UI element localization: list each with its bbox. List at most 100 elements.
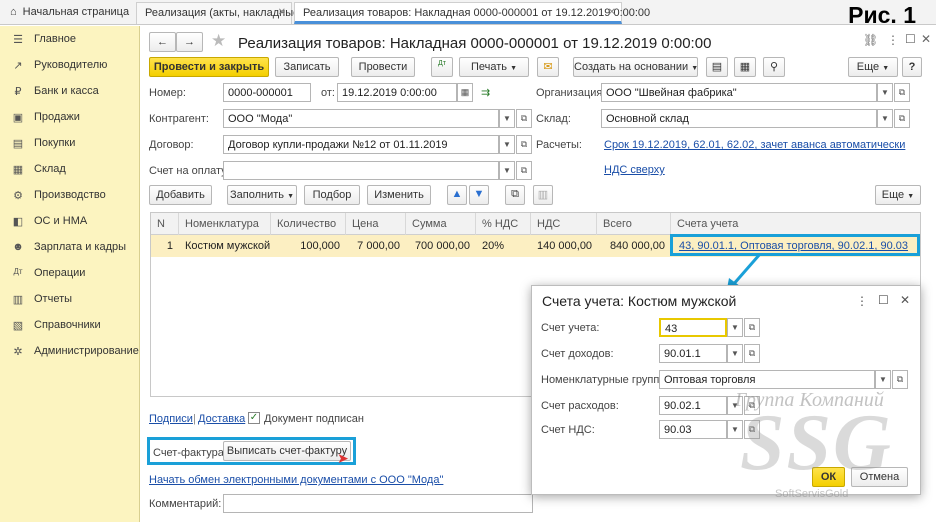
copy-icon[interactable]: ⧉ — [505, 185, 525, 205]
cursor-icon: ➤ — [337, 450, 349, 466]
close-icon[interactable]: ✕ — [921, 32, 931, 46]
sidebar-item-assets[interactable]: ◧ ОС и НМА — [0, 210, 140, 232]
table-more-button[interactable]: Еще ▼ — [875, 185, 921, 205]
settlements-link[interactable]: Срок 19.12.2019, 62.01, 62.02, зачет ава… — [604, 139, 905, 151]
structure-icon[interactable]: ▦ — [734, 57, 756, 77]
tab-sales-document[interactable]: Реализация товаров: Накладная 0000-00000… — [294, 2, 650, 24]
tab-sales-list[interactable]: Реализация (акты, накладные) ✕ — [136, 2, 303, 24]
vat-link[interactable]: НДС сверху — [604, 164, 665, 176]
email-icon[interactable]: ✉ — [537, 57, 559, 77]
maximize-icon[interactable]: ☐ — [905, 32, 916, 46]
groups-field[interactable]: Оптовая торговля — [659, 370, 875, 389]
open-icon[interactable]: ⧉ — [516, 161, 532, 180]
chevron-down-icon[interactable]: ▼ — [499, 135, 515, 154]
tab-home[interactable]: ⌂ Начальная страница — [0, 2, 134, 24]
column-header[interactable]: Счета учета — [671, 213, 920, 235]
column-header[interactable]: N — [151, 213, 179, 235]
column-header[interactable]: Количество — [271, 213, 346, 235]
print-button[interactable]: Печать ▼ — [459, 57, 529, 77]
sidebar-item-main[interactable]: ☰ Главное — [0, 28, 140, 50]
organization-field[interactable]: ООО "Швейная фабрика" — [601, 83, 877, 102]
chevron-down-icon[interactable]: ▼ — [877, 83, 893, 102]
chart-icon: ↗ — [13, 60, 23, 72]
more-vertical-icon[interactable]: ⋮ — [856, 294, 868, 308]
sidebar-item-production[interactable]: ⚙ Производство — [0, 184, 140, 206]
open-icon[interactable]: ⧉ — [894, 109, 910, 128]
open-icon[interactable]: ⧉ — [744, 344, 760, 363]
menu-icon: ☰ — [13, 34, 23, 46]
column-header[interactable]: Цена — [346, 213, 406, 235]
back-button[interactable]: ← — [149, 32, 176, 52]
move-up-icon[interactable]: ▲ — [447, 185, 467, 205]
contractor-field[interactable]: ООО "Мода" — [223, 109, 499, 128]
change-button[interactable]: Изменить — [367, 185, 431, 205]
delete-icon[interactable]: ▥ — [533, 185, 553, 205]
column-header[interactable]: Номенклатура — [179, 213, 271, 235]
create-based-on-button[interactable]: Создать на основании ▼ — [573, 57, 698, 77]
column-header[interactable]: % НДС — [476, 213, 531, 235]
maximize-icon[interactable]: ☐ — [878, 293, 889, 307]
accounting-entries-icon[interactable]: Дт — [431, 57, 453, 77]
assets-icon: ◧ — [12, 216, 24, 228]
sidebar-item-reports[interactable]: ▥ Отчеты — [0, 288, 140, 310]
sidebar-item-bank[interactable]: ₽ Банк и касса — [0, 80, 140, 102]
add-button[interactable]: Добавить — [149, 185, 212, 205]
open-icon[interactable]: ⧉ — [894, 83, 910, 102]
sidebar-item-manager[interactable]: ↗ Руководителю — [0, 54, 140, 76]
fill-button[interactable]: Заполнить ▼ — [227, 185, 297, 205]
forward-button[interactable]: → — [176, 32, 203, 52]
more-vertical-icon[interactable]: ⋮ — [887, 33, 899, 47]
post-button[interactable]: Провести — [351, 57, 415, 77]
link-icon[interactable]: ⛓ — [863, 33, 878, 47]
more-button[interactable]: Еще ▼ — [848, 57, 898, 77]
chevron-down-icon[interactable]: ▼ — [727, 344, 743, 363]
open-icon[interactable]: ⧉ — [516, 135, 532, 154]
expense-field[interactable]: 90.02.1 — [659, 396, 727, 415]
edo-link[interactable]: Начать обмен электронными документами с … — [149, 474, 443, 486]
invoice-field[interactable] — [223, 161, 499, 180]
income-field[interactable]: 90.01.1 — [659, 344, 727, 363]
number-field[interactable]: 0000-000001 — [223, 83, 311, 102]
delivery-link[interactable]: Доставка — [198, 413, 245, 425]
open-icon[interactable]: ⧉ — [744, 318, 760, 337]
column-header[interactable]: Всего — [597, 213, 671, 235]
help-button[interactable]: ? — [902, 57, 922, 77]
sidebar-item-payroll[interactable]: ☻ Зарплата и кадры — [0, 236, 140, 258]
move-down-icon[interactable]: ▼ — [469, 185, 489, 205]
calendar-icon[interactable]: ▦ — [457, 83, 473, 102]
chevron-down-icon[interactable]: ▼ — [499, 161, 515, 180]
sidebar-item-operations[interactable]: Дт Операции — [0, 262, 140, 284]
sidebar-item-sales[interactable]: ▣ Продажи — [0, 106, 140, 128]
save-button[interactable]: Записать — [275, 57, 339, 77]
signatures-link[interactable]: Подписи — [149, 413, 193, 425]
chevron-down-icon[interactable]: ▼ — [499, 109, 515, 128]
open-icon[interactable]: ⧉ — [892, 370, 908, 389]
sidebar-item-catalogs[interactable]: ▧ Справочники — [0, 314, 140, 336]
close-icon[interactable]: ✕ — [900, 293, 910, 307]
column-header[interactable]: Сумма — [406, 213, 476, 235]
contract-field[interactable]: Договор купли-продажи №12 от 01.11.2019 — [223, 135, 499, 154]
close-icon[interactable]: ✕ — [608, 7, 616, 18]
sidebar-item-warehouse[interactable]: ▦ Склад — [0, 158, 140, 180]
vat-account-field[interactable]: 90.03 — [659, 420, 727, 439]
post-and-close-button[interactable]: Провести и закрыть — [149, 57, 269, 77]
accounts-highlight — [670, 234, 920, 256]
attachment-icon[interactable]: ⚲ — [763, 57, 785, 77]
open-icon[interactable]: ⧉ — [516, 109, 532, 128]
signed-checkbox[interactable]: ✓ — [248, 412, 260, 424]
sidebar-item-purchases[interactable]: ▤ Покупки — [0, 132, 140, 154]
date-field[interactable]: 19.12.2019 0:00:00 — [337, 83, 457, 102]
close-icon[interactable]: ✕ — [278, 7, 286, 18]
chevron-down-icon[interactable]: ▼ — [727, 318, 743, 337]
column-header[interactable]: НДС — [531, 213, 597, 235]
star-icon[interactable]: ★ — [211, 31, 226, 51]
account-field[interactable]: 43 — [659, 318, 727, 337]
chevron-down-icon[interactable]: ▼ — [877, 109, 893, 128]
report-icon[interactable]: ▤ — [706, 57, 728, 77]
warehouse-field[interactable]: Основной склад — [601, 109, 877, 128]
comment-field[interactable] — [223, 494, 533, 513]
pick-button[interactable]: Подбор — [304, 185, 360, 205]
chevron-down-icon[interactable]: ▼ — [875, 370, 891, 389]
sidebar-item-admin[interactable]: ✲ Администрирование — [0, 340, 140, 362]
issue-invoice-button[interactable]: Выписать счет-фактуру — [223, 441, 351, 461]
